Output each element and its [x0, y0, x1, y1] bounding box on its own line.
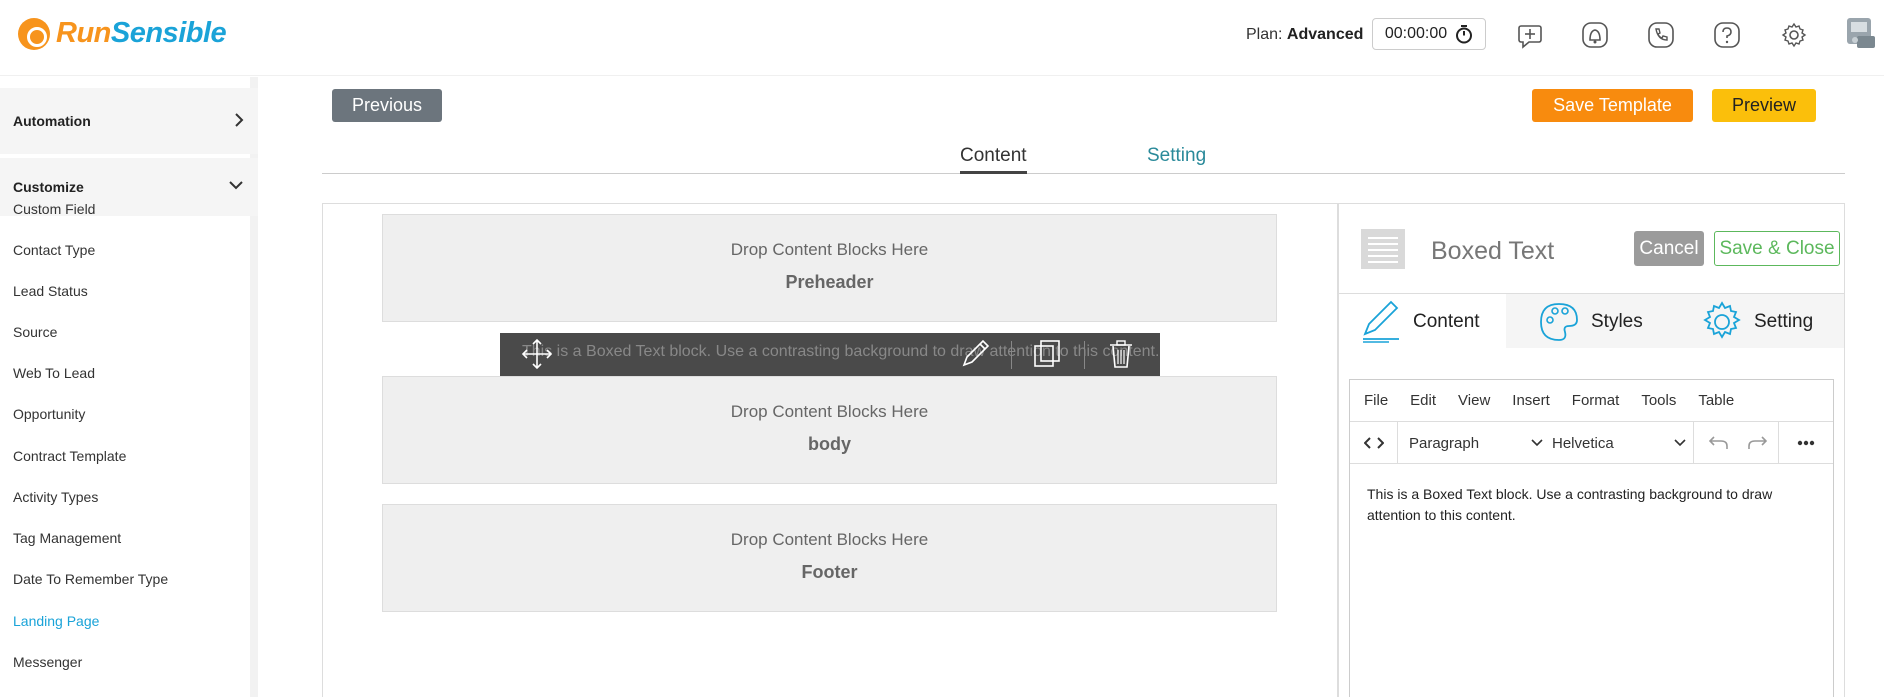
- timer[interactable]: 00:00:00: [1372, 18, 1486, 50]
- menu-file[interactable]: File: [1364, 392, 1388, 409]
- menu-insert[interactable]: Insert: [1512, 392, 1550, 409]
- panel-tabs: Content Styles Setting: [1339, 293, 1844, 349]
- font-family-select[interactable]: Helvetica: [1552, 422, 1686, 464]
- toolbar-divider: [1693, 422, 1694, 464]
- redo-button[interactable]: [1742, 422, 1772, 464]
- help-icon[interactable]: [1712, 20, 1742, 50]
- top-bar: RunSensible Plan: Advanced 00:00:00: [0, 0, 1884, 76]
- toolbar-divider: [1397, 422, 1398, 464]
- toolbar-divider: [1778, 422, 1779, 464]
- previous-button[interactable]: Previous: [332, 89, 442, 122]
- drop-zone-label: Drop Content Blocks Here: [730, 240, 929, 259]
- toolbar-divider: [1084, 341, 1085, 369]
- sidebar-item-date-to-remember-type[interactable]: Date To Remember Type: [13, 571, 168, 587]
- sidebar-item-contact-type[interactable]: Contact Type: [13, 242, 95, 258]
- sidebar-item-activity-types[interactable]: Activity Types: [13, 489, 98, 505]
- sidebar-item-web-to-lead[interactable]: Web To Lead: [13, 365, 95, 381]
- panel-title: Boxed Text: [1431, 237, 1555, 265]
- add-activity-icon[interactable]: [1515, 20, 1545, 50]
- logo[interactable]: RunSensible: [18, 17, 227, 50]
- logo-text: RunSensible: [56, 17, 227, 49]
- font-family-value: Helvetica: [1552, 434, 1614, 452]
- move-icon[interactable]: [520, 337, 554, 371]
- panel-tab-label: Setting: [1754, 310, 1814, 332]
- sidebar-section-label: Customize: [13, 179, 84, 195]
- boxed-text-icon: [1361, 229, 1405, 269]
- panel-tab-label: Styles: [1591, 310, 1643, 332]
- panel-tab-styles[interactable]: Styles: [1537, 294, 1643, 349]
- sidebar-section-automation[interactable]: Automation: [0, 88, 258, 154]
- redo-icon: [1748, 436, 1767, 449]
- source-code-button[interactable]: [1350, 422, 1397, 464]
- save-close-button[interactable]: Save & Close: [1714, 231, 1840, 266]
- drop-zone-footer[interactable]: Drop Content Blocks Here Footer: [382, 504, 1277, 612]
- drop-zone-label: Drop Content Blocks Here: [730, 402, 929, 421]
- editor-tabs: Content Setting: [322, 145, 1845, 174]
- code-icon: [1363, 437, 1384, 449]
- trash-icon[interactable]: [1104, 337, 1138, 371]
- panel-tab-content[interactable]: Content: [1339, 294, 1506, 349]
- gear-icon: [1703, 300, 1741, 339]
- drop-zone-name: Preheader: [785, 272, 874, 292]
- editor-menubar: File Edit View Insert Format Tools Table: [1350, 380, 1833, 422]
- tab-content[interactable]: Content: [960, 145, 1027, 174]
- edit-icon[interactable]: [958, 337, 992, 371]
- undo-button[interactable]: [1704, 422, 1734, 464]
- block-format-value: Paragraph: [1409, 434, 1480, 452]
- plan-label: Plan:: [1246, 26, 1283, 43]
- menu-tools[interactable]: Tools: [1641, 392, 1676, 409]
- rich-text-editor: File Edit View Insert Format Tools Table…: [1349, 379, 1834, 697]
- timer-value: 00:00:00: [1384, 25, 1448, 42]
- save-template-button[interactable]: Save Template: [1532, 89, 1693, 122]
- editor-toolbar: Paragraph Helvetica: [1350, 422, 1833, 464]
- preview-button[interactable]: Preview: [1712, 89, 1816, 122]
- menu-format[interactable]: Format: [1572, 392, 1620, 409]
- sidebar-section-label: Automation: [13, 113, 91, 129]
- undo-icon: [1709, 436, 1728, 449]
- drop-zone-preheader[interactable]: Drop Content Blocks Here Preheader: [382, 214, 1277, 322]
- sidebar-item-lead-status[interactable]: Lead Status: [13, 283, 88, 299]
- drop-zone-name: body: [808, 434, 851, 454]
- sidebar-item-source[interactable]: Source: [13, 324, 57, 340]
- sidebar-item-messenger[interactable]: Messenger: [13, 654, 82, 670]
- menu-edit[interactable]: Edit: [1410, 392, 1436, 409]
- sidebar-item-custom-field[interactable]: Custom Field: [13, 201, 95, 217]
- stopwatch-icon: [1456, 25, 1473, 44]
- plan-value: Advanced: [1286, 26, 1364, 43]
- avatar[interactable]: [1843, 14, 1879, 52]
- drop-zone-label: Drop Content Blocks Here: [730, 530, 929, 549]
- cancel-button[interactable]: Cancel: [1634, 231, 1704, 266]
- phone-icon[interactable]: [1646, 20, 1676, 50]
- editor-body-text[interactable]: This is a Boxed Text block. Use a contra…: [1367, 484, 1817, 526]
- more-button[interactable]: [1786, 422, 1826, 464]
- sidebar-item-tag-management[interactable]: Tag Management: [13, 530, 121, 546]
- panel-tab-label: Content: [1413, 310, 1480, 332]
- sidebar: Automation Customize Custom Field Contac…: [0, 77, 258, 697]
- gear-icon[interactable]: [1779, 20, 1809, 50]
- boxed-text-block[interactable]: This is a Boxed Text block. Use a contra…: [500, 333, 1160, 376]
- sidebar-item-opportunity[interactable]: Opportunity: [13, 406, 85, 422]
- drop-zone-name: Footer: [801, 562, 858, 582]
- chevron-down-icon: [1674, 439, 1686, 447]
- palette-icon: [1540, 302, 1578, 341]
- tab-setting[interactable]: Setting: [1147, 145, 1206, 167]
- chevron-down-icon: [229, 181, 243, 190]
- duplicate-icon[interactable]: [1030, 337, 1064, 371]
- drop-zone-body[interactable]: Drop Content Blocks Here body: [382, 376, 1277, 484]
- chevron-down-icon: [1531, 439, 1543, 447]
- logo-icon: [18, 17, 50, 50]
- menu-table[interactable]: Table: [1698, 392, 1734, 409]
- pencil-icon: [1363, 300, 1399, 343]
- chevron-right-icon: [235, 113, 244, 127]
- sidebar-item-contract-template[interactable]: Contract Template: [13, 448, 126, 464]
- bell-icon[interactable]: [1580, 20, 1610, 50]
- more-icon: [1797, 440, 1815, 446]
- panel-tab-setting[interactable]: Setting: [1700, 294, 1813, 349]
- block-format-select[interactable]: Paragraph: [1409, 422, 1543, 464]
- plan-indicator: Plan: Advanced: [1246, 26, 1363, 44]
- sidebar-item-landing-page[interactable]: Landing Page: [13, 613, 99, 629]
- toolbar-divider: [1011, 341, 1012, 369]
- menu-view[interactable]: View: [1458, 392, 1490, 409]
